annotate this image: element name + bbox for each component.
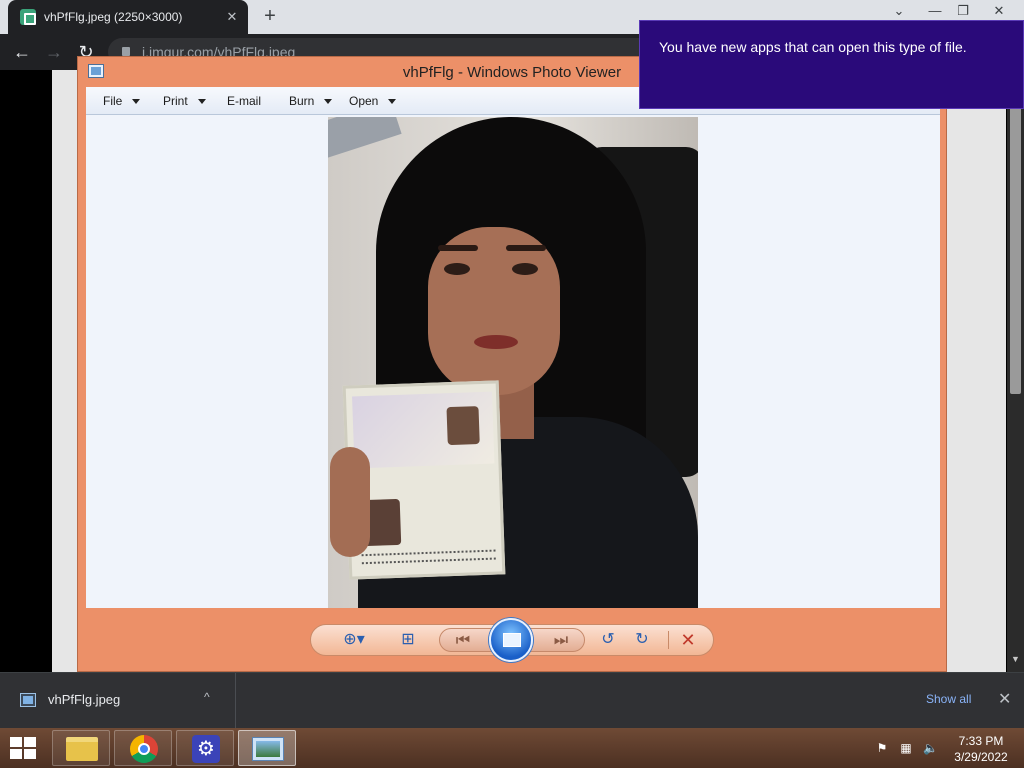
- menu-print[interactable]: Print: [163, 87, 206, 115]
- photo-viewer-window: vhPfFlg - Windows Photo Viewer File Prin…: [77, 56, 947, 672]
- dropdown-caret-icon: [324, 99, 333, 105]
- lock-icon: [122, 47, 130, 56]
- network-icon[interactable]: ▦: [899, 741, 913, 755]
- chrome-icon: [130, 735, 158, 763]
- rotate-clockwise-icon[interactable]: ↻: [629, 625, 655, 655]
- photo-right-brow: [506, 245, 546, 251]
- taskbar-chrome[interactable]: [114, 730, 172, 766]
- new-apps-notification[interactable]: You have new apps that can open this typ…: [639, 20, 1024, 109]
- dropdown-caret-icon: [132, 99, 141, 105]
- slideshow-button[interactable]: [489, 618, 533, 662]
- photo-viewer-icon: [252, 737, 284, 761]
- windows-logo-icon: [24, 737, 36, 747]
- action-center-flag-icon[interactable]: ⚑: [875, 741, 889, 755]
- control-separator: [668, 631, 669, 649]
- menu-email-label: E-mail: [227, 94, 262, 108]
- notification-message: You have new apps that can open this typ…: [659, 39, 967, 55]
- download-item[interactable]: vhPfFlg.jpeg ^: [0, 673, 236, 729]
- photo-lips: [474, 335, 518, 349]
- start-button[interactable]: [8, 736, 38, 760]
- taskbar-file-explorer[interactable]: [52, 730, 110, 766]
- passport-small-photo: [446, 406, 480, 446]
- tab-close-icon[interactable]: ✕: [222, 9, 242, 25]
- dropdown-caret-icon: [197, 99, 206, 105]
- viewer-image-canvas: [86, 115, 940, 608]
- new-tab-button[interactable]: +: [258, 4, 282, 28]
- clock-time: 7:33 PM: [958, 734, 1004, 748]
- photo-left-brow: [438, 245, 478, 251]
- scrollbar-thumb[interactable]: [1010, 74, 1021, 394]
- rotate-counterclockwise-icon[interactable]: ↺: [595, 625, 621, 655]
- scroll-down-arrow-icon[interactable]: ▼: [1008, 654, 1023, 668]
- gear-icon: ⚙: [192, 735, 220, 763]
- forward-button[interactable]: →: [42, 40, 66, 64]
- displayed-photo: [328, 117, 698, 608]
- dropdown-caret-icon: [388, 99, 397, 105]
- taskbar-settings[interactable]: ⚙: [176, 730, 234, 766]
- close-download-shelf-icon[interactable]: ✕: [998, 689, 1011, 709]
- windows-logo-icon: [24, 749, 36, 759]
- menu-burn[interactable]: Burn: [289, 87, 333, 115]
- taskbar-photo-viewer[interactable]: [238, 730, 296, 766]
- windows-logo-icon: [10, 737, 22, 747]
- download-file-name: vhPfFlg.jpeg: [48, 692, 121, 707]
- folder-icon: [66, 737, 98, 761]
- download-options-caret-icon[interactable]: ^: [204, 690, 210, 704]
- next-icon[interactable]: ⏭: [548, 626, 574, 656]
- photo-hand: [330, 447, 370, 557]
- photo-face: [428, 227, 560, 395]
- image-favicon-icon: [20, 9, 36, 25]
- menu-open[interactable]: Open: [349, 87, 397, 115]
- clock-date: 3/29/2022: [954, 750, 1008, 764]
- browser-tab[interactable]: vhPfFlg.jpeg (2250×3000) ✕: [8, 0, 248, 34]
- menu-burn-label: Burn: [289, 94, 315, 108]
- menu-print-label: Print: [163, 94, 188, 108]
- menu-open-label: Open: [349, 94, 379, 108]
- windows-logo-icon: [10, 749, 22, 759]
- windows-taskbar: ⚙ ⚑ ▦ 🔈 7:33 PM 3/29/2022: [0, 728, 1024, 768]
- show-all-button[interactable]: Show all: [926, 692, 971, 706]
- menu-email[interactable]: E-mail: [227, 87, 261, 115]
- tab-title: vhPfFlg.jpeg (2250×3000): [44, 10, 183, 24]
- photo-left-eye: [444, 263, 470, 275]
- actual-size-icon[interactable]: ⊞: [395, 625, 421, 655]
- photo-right-eye: [512, 263, 538, 275]
- taskbar-clock[interactable]: 7:33 PM 3/29/2022: [948, 733, 1014, 765]
- menu-file-label: File: [103, 94, 123, 108]
- passport-mrz-lines: [361, 549, 496, 565]
- zoom-icon[interactable]: ⊕▾: [337, 625, 371, 655]
- previous-icon[interactable]: ⏮: [450, 626, 476, 656]
- delete-icon[interactable]: ✕: [675, 625, 701, 655]
- volume-muted-icon[interactable]: 🔈: [923, 741, 938, 755]
- image-file-icon: [20, 693, 36, 707]
- back-button[interactable]: ←: [10, 40, 34, 64]
- download-shelf: vhPfFlg.jpeg ^ Show all ✕: [0, 672, 1024, 729]
- menu-file[interactable]: File: [103, 87, 141, 115]
- viewer-control-bar: ⊕▾ ⊞ ⏮ ⏭ ↺ ↻ ✕: [310, 618, 714, 662]
